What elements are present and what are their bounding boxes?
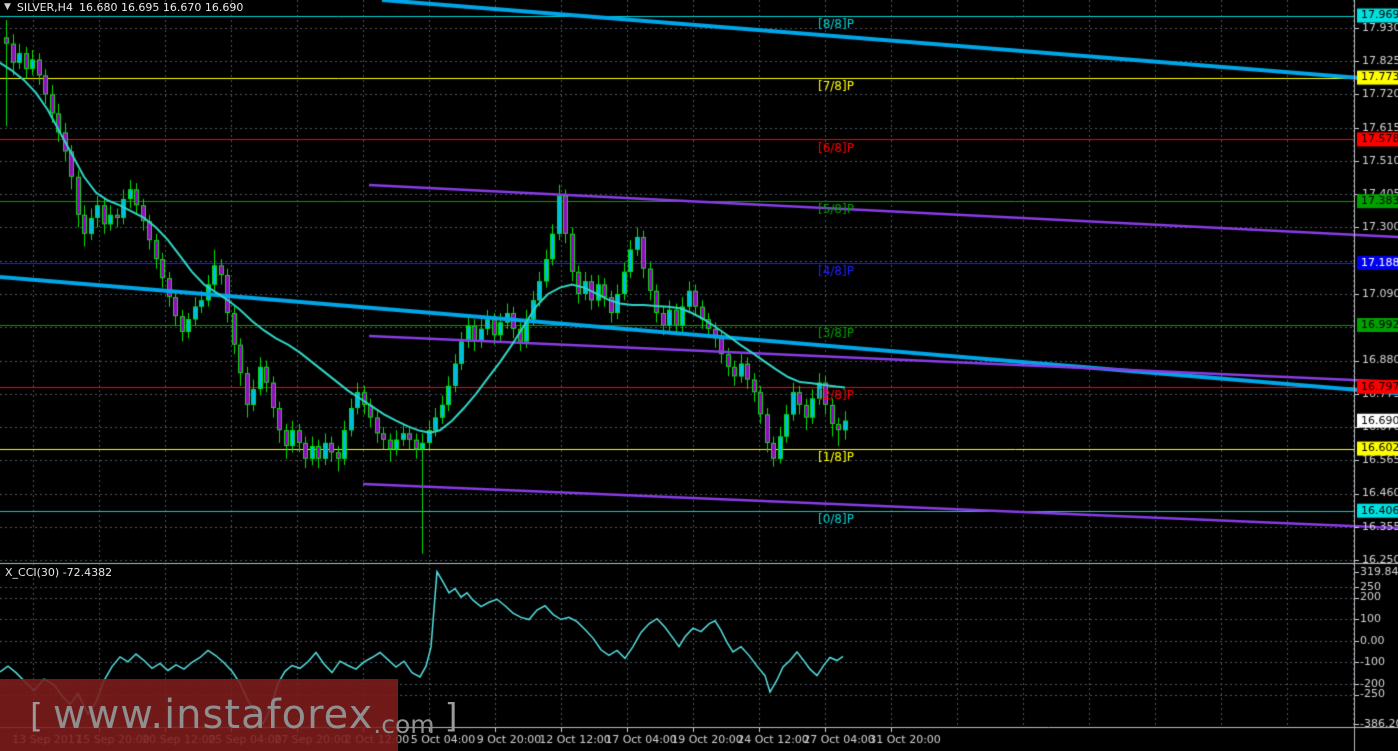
watermark-open-bracket: [ [30, 695, 43, 735]
watermark-suffix: .com [373, 710, 435, 739]
symbol-dropdown-icon[interactable]: ▼ [4, 1, 11, 14]
symbol-name: SILVER,H4 [16, 1, 73, 14]
watermark-close-bracket: ] [444, 695, 458, 735]
price-chart-canvas[interactable] [0, 0, 1398, 751]
broker-watermark: [ www.instaforex .com ] [0, 679, 457, 751]
symbol-info-bar: ▼ SILVER,H4 16.680 16.695 16.670 16.690 [4, 1, 243, 14]
mt4-chart-window: ▼ SILVER,H4 16.680 16.695 16.670 16.690 … [0, 0, 1398, 751]
watermark-text: www.instaforex [52, 692, 374, 738]
indicator-label: X_CCI(30) -72.4382 [5, 566, 113, 579]
symbol-ohlc-values: 16.680 16.695 16.670 16.690 [78, 1, 244, 14]
